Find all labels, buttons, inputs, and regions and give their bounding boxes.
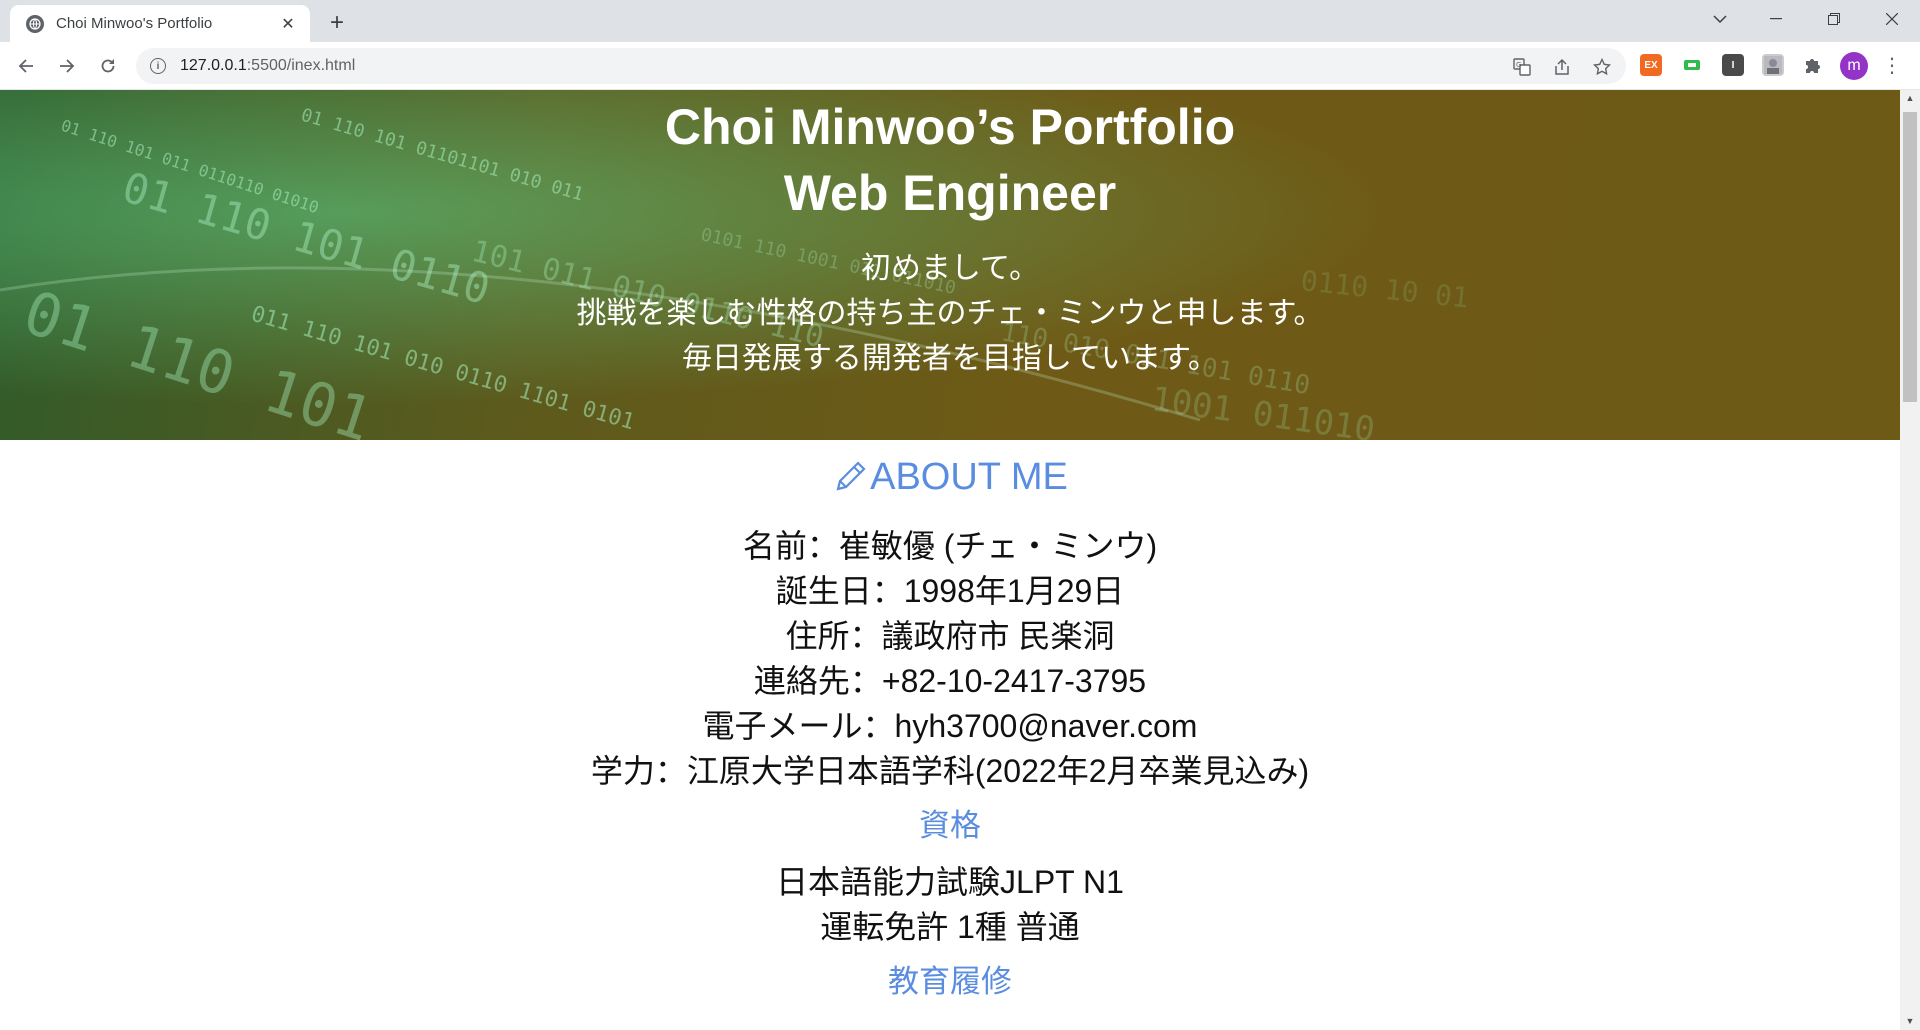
svg-text:G: G (1516, 61, 1521, 69)
url-text: 127.0.0.1:5500/inex.html (180, 57, 355, 75)
translate-icon[interactable]: G (1512, 57, 1532, 77)
scroll-up-icon[interactable]: ▲ (1900, 90, 1920, 107)
info-name: 名前：崔敏優 (チェ・ミンウ) (742, 528, 1158, 564)
window-close-icon[interactable] (1864, 0, 1920, 38)
url-host: 127.0.0.1 (180, 57, 247, 74)
hero-banner: 01 110 101 011 0110110 01010 01 110 101 … (0, 90, 1900, 440)
chevron-down-icon[interactable] (1692, 0, 1748, 38)
certs-heading: 資格 (919, 808, 981, 843)
back-icon[interactable] (10, 50, 42, 82)
globe-icon (26, 14, 44, 33)
info-address: 住所：議政府市 民楽洞 (785, 618, 1115, 654)
close-icon[interactable]: ✕ (278, 14, 298, 34)
minimize-icon[interactable] (1748, 0, 1804, 38)
tab-title: Choi Minwoo's Portfolio (56, 15, 213, 32)
info-phone: 連絡先：+82-10-2417-3795 (753, 663, 1147, 699)
avatar[interactable]: m (1840, 52, 1868, 80)
forward-icon[interactable] (51, 50, 83, 82)
about-section: ABOUT ME 名前：崔敏優 (チェ・ミンウ) 誕生日：1998年1月29日 … (0, 454, 1900, 1002)
pencil-icon (836, 461, 866, 491)
page-viewport: 01 110 101 011 0110110 01010 01 110 101 … (0, 90, 1900, 1030)
more-menu-icon[interactable]: ⋮ (1882, 54, 1902, 78)
certs-list: 日本語能力試験JLPT N1 運転免許 1種 普通 (0, 860, 1900, 950)
plus-icon[interactable]: + (322, 8, 352, 38)
page-scrollbar[interactable]: ▲ ▼ (1900, 90, 1920, 1030)
cert-item: 日本語能力試験JLPT N1 (776, 864, 1124, 900)
info-icon[interactable]: i (150, 58, 166, 74)
hero-intro-line-2: 挑戦を楽しむ性格の持ち主のチェ・ミンウと申します。 (576, 297, 1324, 330)
share-icon[interactable] (1552, 57, 1572, 77)
education-heading: 教育履修 (888, 964, 1012, 999)
scrollbar-thumb[interactable] (1903, 112, 1917, 402)
profile-info: 名前：崔敏優 (チェ・ミンウ) 誕生日：1998年1月29日 住所：議政府市 民… (0, 524, 1900, 794)
reload-icon[interactable] (92, 50, 124, 82)
puzzle-icon[interactable] (1802, 54, 1824, 76)
extension-green-icon[interactable] (1681, 54, 1703, 76)
info-email: 電子メール：hyh3700@naver.com (702, 708, 1198, 744)
extension-ex-icon[interactable]: EX (1640, 54, 1662, 76)
info-birthday: 誕生日：1998年1月29日 (775, 573, 1125, 609)
star-icon[interactable] (1592, 57, 1612, 77)
browser-tab[interactable]: Choi Minwoo's Portfolio ✕ (10, 5, 310, 42)
address-bar[interactable]: i 127.0.0.1:5500/inex.html G (136, 48, 1626, 84)
extension-dark-icon[interactable]: I (1722, 54, 1744, 76)
scroll-down-icon[interactable]: ▼ (1900, 1013, 1920, 1030)
hero-subtitle: Web Engineer (783, 165, 1117, 221)
restore-icon[interactable] (1806, 0, 1862, 38)
hero-title: Choi Minwoo’s Portfolio (664, 99, 1236, 155)
browser-toolbar: i 127.0.0.1:5500/inex.html G EX I m ⋮ (0, 42, 1920, 90)
info-education: 学力：江原大学日本語学科(2022年2月卒業見込み) (590, 753, 1310, 789)
cert-item: 運転免許 1種 普通 (820, 909, 1080, 945)
about-heading-text: ABOUT ME (870, 455, 1068, 498)
tab-strip: Choi Minwoo's Portfolio ✕ + (0, 0, 1920, 42)
hero-intro-line-1: 初めまして。 (860, 252, 1040, 285)
url-path: :5500/inex.html (246, 57, 356, 74)
about-heading: ABOUT ME (0, 454, 1900, 500)
hero-intro-line-3: 毎日発展する開発者を目指しています。 (681, 342, 1219, 375)
extension-photo-icon[interactable] (1762, 54, 1784, 76)
